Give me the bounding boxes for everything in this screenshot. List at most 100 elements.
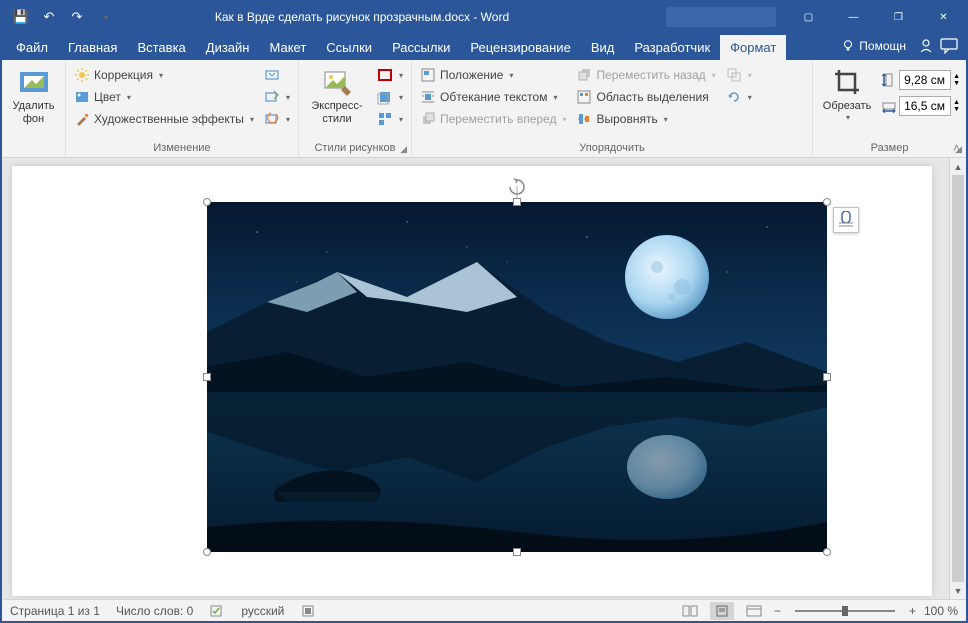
layout-options-icon [837,211,855,229]
zoom-level[interactable]: 100 % [924,604,958,618]
quick-styles-button[interactable]: Экспресс-стили [305,64,369,128]
macro-icon[interactable] [300,603,316,619]
scroll-down[interactable]: ▼ [950,582,966,599]
styles-dialog-launcher[interactable]: ◢ [400,144,407,155]
color-button[interactable]: Цвет▾ [72,86,256,108]
status-language[interactable]: русский [241,604,284,618]
tab-view[interactable]: Вид [581,35,625,60]
crop-button[interactable]: Обрезать▾ [819,64,875,125]
width-input[interactable] [899,96,951,116]
position-button[interactable]: Положение▾ [418,64,569,86]
crop-icon [831,66,863,98]
tab-references[interactable]: Ссылки [316,35,382,60]
view-web[interactable] [742,602,766,620]
comments-icon[interactable] [940,38,960,54]
view-print[interactable] [710,602,734,620]
tab-file[interactable]: Файл [6,35,58,60]
restore-button[interactable]: ❐ [876,2,921,32]
rotate-button[interactable]: ▾ [724,86,754,108]
qat-customize[interactable]: ▾ [92,4,118,30]
artistic-effects-button[interactable]: Художественные эффекты▾ [72,108,256,130]
color-icon [74,89,90,105]
minimize-button[interactable]: — [831,2,876,32]
selected-picture[interactable] [207,202,827,552]
compress-icon [264,67,280,83]
ribbon-display-options[interactable]: ▢ [786,2,831,32]
selection-pane-button[interactable]: Область выделения [574,86,717,108]
forward-icon [420,111,436,127]
compress-pictures-button[interactable] [262,64,292,86]
handle-se[interactable] [823,548,831,556]
handle-n[interactable] [513,198,521,206]
tab-mailings[interactable]: Рассылки [382,35,460,60]
handle-w[interactable] [203,373,211,381]
spellcheck-icon[interactable] [209,603,225,619]
handle-s[interactable] [513,548,521,556]
account-placeholder [666,7,776,27]
share-icon[interactable] [918,38,934,54]
status-page[interactable]: Страница 1 из 1 [10,604,100,618]
handle-sw[interactable] [203,548,211,556]
document-page[interactable] [12,166,932,596]
width-up[interactable]: ▲ [953,99,960,106]
change-picture-button[interactable]: ▾ [262,86,292,108]
redo-button[interactable]: ↷ [64,4,90,30]
reset-picture-button[interactable]: ▾ [262,108,292,130]
tab-design[interactable]: Дизайн [196,35,260,60]
zoom-in[interactable]: + [909,604,916,618]
height-up[interactable]: ▲ [953,73,960,80]
vertical-scrollbar[interactable]: ▲ ▼ [949,158,966,599]
tab-developer[interactable]: Разработчик [624,35,720,60]
tab-insert[interactable]: Вставка [127,35,195,60]
height-down[interactable]: ▼ [953,80,960,87]
reset-icon [264,111,280,127]
picture-effects-button[interactable]: ▾ [375,86,405,108]
tab-home[interactable]: Главная [58,35,127,60]
selection-icon [576,89,592,105]
undo-button[interactable]: ↶ [36,4,62,30]
corrections-button[interactable]: Коррекция▾ [72,64,256,86]
tell-me[interactable]: Помощн [835,35,912,57]
picture-layout-button[interactable]: ▾ [375,108,405,130]
adjust-group-label: Изменение [153,142,210,154]
rotate-icon [726,89,742,105]
handle-e[interactable] [823,373,831,381]
border-icon [377,67,393,83]
tab-format[interactable]: Формат [720,35,786,60]
styles-group-label: Стили рисунков [314,142,395,154]
tab-layout[interactable]: Макет [259,35,316,60]
remove-bg-icon [18,66,50,98]
height-icon [881,72,897,88]
handle-ne[interactable] [823,198,831,206]
group-button: ▾ [724,64,754,86]
scroll-thumb[interactable] [952,175,964,582]
pic-layout-icon [377,111,393,127]
lightbulb-icon [841,39,855,53]
save-button[interactable]: 💾 [8,4,34,30]
arrange-group-label: Упорядочить [579,142,644,154]
zoom-out[interactable]: − [774,604,781,618]
collapse-ribbon[interactable]: ˄ [953,141,960,155]
artistic-icon [74,111,90,127]
width-down[interactable]: ▼ [953,106,960,113]
send-backward-button: Переместить назад▾ [574,64,717,86]
zoom-thumb[interactable] [842,606,848,616]
zoom-slider[interactable] [795,610,895,612]
handle-nw[interactable] [203,198,211,206]
remove-background-button[interactable]: Удалить фон [8,64,59,128]
backward-icon [576,67,592,83]
view-read[interactable] [678,602,702,620]
styles-icon [321,66,353,98]
align-button[interactable]: Выровнять▾ [574,108,717,130]
remove-bg-label: Удалить фон [10,100,57,126]
scroll-up[interactable]: ▲ [950,158,966,175]
brightness-icon [74,67,90,83]
picture-border-button[interactable]: ▾ [375,64,405,86]
layout-options-button[interactable] [833,207,859,233]
tab-review[interactable]: Рецензирование [460,35,580,60]
wrap-text-button[interactable]: Обтекание текстом▾ [418,86,569,108]
height-input[interactable] [899,70,951,90]
status-words[interactable]: Число слов: 0 [116,604,193,618]
change-picture-icon [264,89,280,105]
close-button[interactable]: ✕ [921,2,966,32]
